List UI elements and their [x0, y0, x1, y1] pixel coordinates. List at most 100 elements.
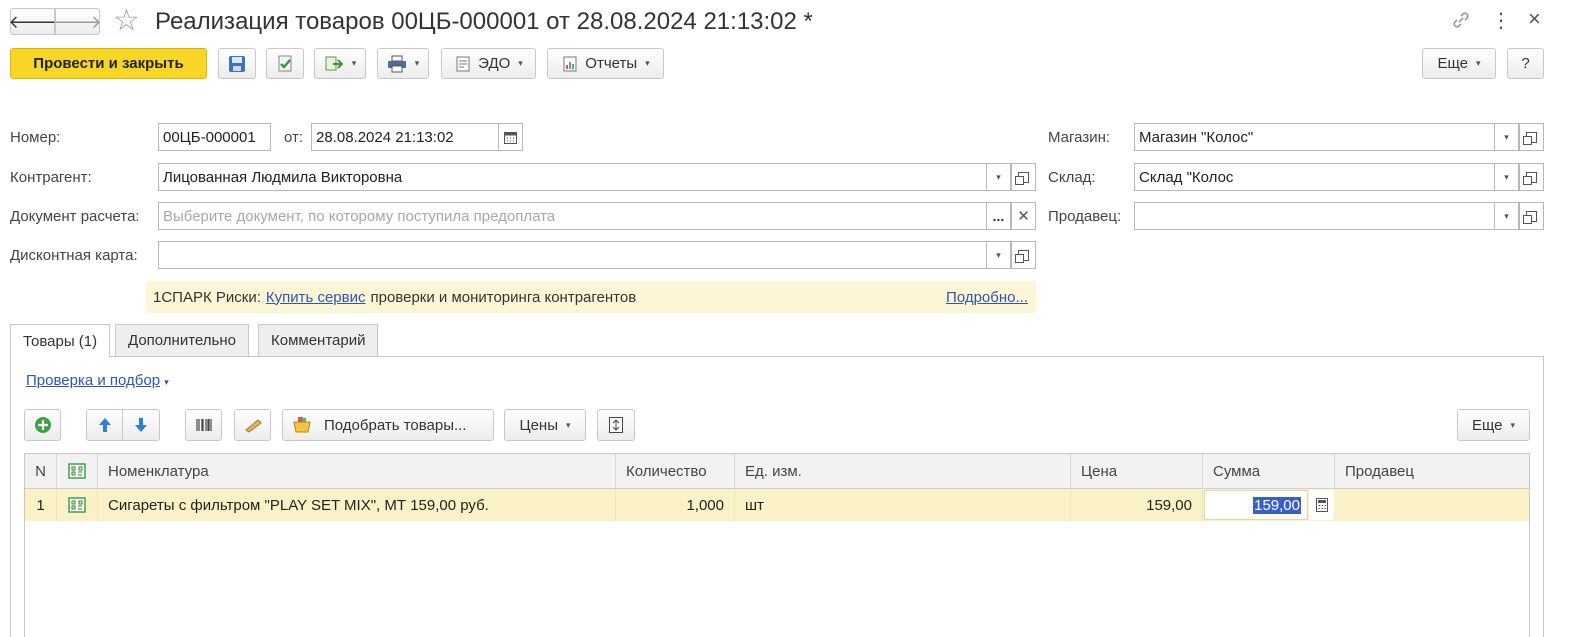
- store-dropdown-button[interactable]: ▾: [1494, 124, 1519, 150]
- store-open-button[interactable]: [1519, 124, 1543, 150]
- row-sum-value[interactable]: 159,00: [1253, 496, 1301, 514]
- reports-label: Отчеты: [585, 55, 638, 72]
- chevron-down-icon: ▾: [1504, 210, 1509, 221]
- prices-button[interactable]: Цены ▾: [504, 409, 586, 441]
- chevron-down-icon: ▾: [518, 58, 523, 68]
- prices-label: Цены: [519, 416, 558, 434]
- tab-goods[interactable]: Товары (1): [10, 324, 111, 357]
- column-header-n[interactable]: N: [25, 454, 57, 488]
- chevron-down-icon: ▾: [1476, 58, 1481, 68]
- arrow-up-icon: [98, 418, 111, 432]
- payment-doc-placeholder: Выберите документ, по которому поступила…: [163, 207, 556, 225]
- help-button[interactable]: ?: [1507, 48, 1544, 79]
- chevron-down-icon: ▾: [996, 249, 1001, 260]
- goods-more-button[interactable]: Еще ▾: [1457, 409, 1530, 441]
- marking-code-icon: [68, 463, 86, 479]
- payment-doc-field[interactable]: Выберите документ, по которому поступила…: [158, 202, 1036, 230]
- row-unit[interactable]: шт: [735, 489, 1071, 521]
- back-button[interactable]: 🡐: [8, 8, 57, 35]
- discount-card-label: Дисконтная карта:: [10, 247, 138, 264]
- chevron-down-icon: ▾: [414, 58, 420, 68]
- post-button[interactable]: [266, 48, 304, 79]
- store-value: Магазин "Колос": [1139, 128, 1254, 146]
- print-button[interactable]: ▾: [377, 48, 429, 79]
- favorite-star-icon[interactable]: ☆: [113, 3, 140, 38]
- spark-banner: 1СПАРК Риски: Купить сервис проверки и м…: [146, 281, 1036, 313]
- column-header-quantity[interactable]: Количество: [616, 454, 735, 488]
- calculator-icon: [1315, 498, 1328, 512]
- row-quantity[interactable]: 1,000: [616, 489, 735, 521]
- calendar-button[interactable]: [498, 124, 522, 150]
- add-row-button[interactable]: [24, 409, 61, 441]
- chevron-down-icon: ▾: [565, 419, 571, 430]
- check-and-select-menu[interactable]: Проверка и подбор ▾: [26, 372, 169, 389]
- column-header-seller[interactable]: Продавец: [1335, 454, 1529, 488]
- column-header-unit[interactable]: Ед. изм.: [735, 454, 1071, 488]
- scanner-button[interactable]: [234, 409, 271, 441]
- date-value: 28.08.2024 21:13:02: [316, 128, 454, 146]
- expand-rows-button[interactable]: [597, 409, 635, 441]
- edo-label: ЭДО: [478, 55, 511, 72]
- column-header-price[interactable]: Цена: [1071, 454, 1203, 488]
- counterparty-label: Контрагент:: [10, 169, 92, 186]
- discount-card-field[interactable]: ▾: [158, 241, 1036, 269]
- calendar-icon: [504, 131, 517, 144]
- reports-button[interactable]: Отчеты ▾: [547, 48, 664, 79]
- warehouse-field[interactable]: Склад "Колос ▾: [1134, 163, 1544, 191]
- discount-card-dropdown-button[interactable]: ▾: [986, 242, 1011, 268]
- column-header-marking[interactable]: [57, 454, 98, 488]
- basket-icon: [293, 417, 311, 433]
- seller-open-button[interactable]: [1519, 203, 1543, 229]
- date-field[interactable]: 28.08.2024 21:13:02: [311, 123, 523, 151]
- row-sum-editor[interactable]: 159,00: [1204, 490, 1308, 520]
- counterparty-open-button[interactable]: [1011, 164, 1035, 190]
- warehouse-open-button[interactable]: [1519, 164, 1543, 190]
- move-up-button[interactable]: [86, 409, 123, 441]
- store-field[interactable]: Магазин "Колос" ▾: [1134, 123, 1544, 151]
- tab-additional[interactable]: Дополнительно: [115, 324, 249, 356]
- barcode-button[interactable]: [185, 409, 222, 441]
- calculator-button[interactable]: [1309, 490, 1334, 520]
- row-nomenclature[interactable]: Сигареты с фильтром "PLAY SET MIX", МТ 1…: [98, 489, 616, 521]
- seller-dropdown-button[interactable]: ▾: [1494, 203, 1519, 229]
- column-header-sum[interactable]: Сумма: [1203, 454, 1335, 488]
- warehouse-dropdown-button[interactable]: ▾: [1494, 164, 1519, 190]
- chevron-down-icon: ▾: [996, 171, 1001, 182]
- more-vertical-icon[interactable]: ⋮: [1491, 8, 1511, 33]
- buy-service-link[interactable]: Купить сервис: [266, 289, 366, 306]
- goods-more-label: Еще: [1471, 416, 1503, 434]
- row-number: 1: [25, 489, 57, 521]
- forward-button[interactable]: 🡒: [53, 8, 102, 35]
- chevron-down-icon: ▾: [164, 377, 169, 387]
- create-based-on-button[interactable]: ▾: [314, 48, 366, 79]
- counterparty-dropdown-button[interactable]: ▾: [986, 164, 1011, 190]
- report-icon: [563, 56, 577, 71]
- chevron-down-icon: ▾: [1510, 419, 1516, 430]
- column-header-nomenclature[interactable]: Номенклатура: [98, 454, 616, 488]
- row-seller[interactable]: [1335, 489, 1529, 521]
- save-button[interactable]: [218, 48, 256, 79]
- counterparty-field[interactable]: Лицованная Людмила Викторовна ▾: [158, 163, 1036, 191]
- details-link[interactable]: Подробно...: [946, 289, 1028, 306]
- tab-additional-label: Дополнительно: [128, 332, 236, 349]
- scanner-icon: [244, 419, 262, 433]
- edo-icon: [456, 56, 470, 71]
- number-field[interactable]: 00ЦБ-000001: [158, 123, 271, 151]
- tab-comment[interactable]: Комментарий: [258, 324, 379, 356]
- pick-goods-button[interactable]: Подобрать товары...: [282, 409, 494, 441]
- payment-doc-clear-button[interactable]: ✕: [1011, 203, 1035, 229]
- arrow-down-icon: [135, 418, 147, 432]
- close-icon[interactable]: ×: [1528, 6, 1541, 32]
- discount-card-open-button[interactable]: [1011, 242, 1035, 268]
- post-and-close-button[interactable]: Провести и закрыть: [10, 48, 207, 79]
- payment-doc-select-button[interactable]: ...: [986, 203, 1011, 229]
- spark-banner-prefix: 1СПАРК Риски:: [153, 288, 261, 306]
- more-label: Еще: [1437, 55, 1468, 72]
- link-icon[interactable]: [1451, 10, 1471, 30]
- edo-button[interactable]: ЭДО ▾: [441, 48, 536, 79]
- seller-field[interactable]: ▾: [1134, 202, 1544, 230]
- check-and-select-link[interactable]: Проверка и подбор: [26, 372, 160, 389]
- row-price[interactable]: 159,00: [1071, 489, 1203, 521]
- more-button[interactable]: Еще ▾: [1422, 48, 1496, 79]
- move-down-button[interactable]: [122, 409, 160, 441]
